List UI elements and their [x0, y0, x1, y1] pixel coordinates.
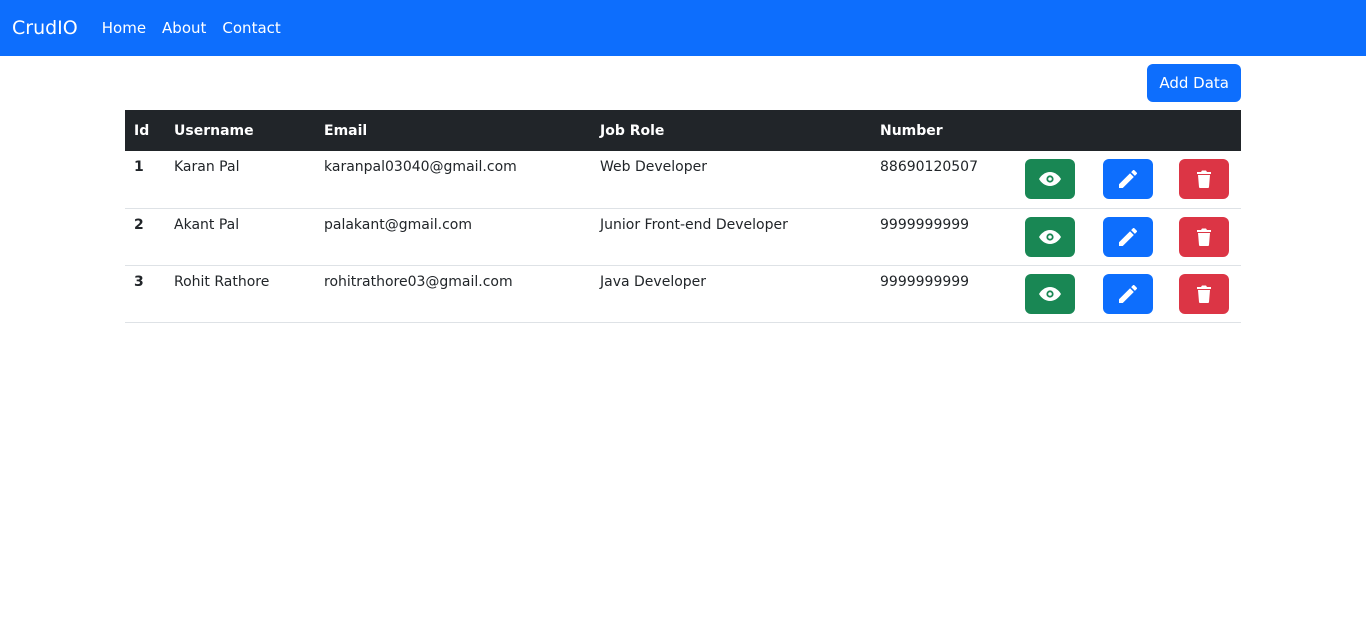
cell-job-role: Java Developer — [600, 273, 707, 290]
eye-icon — [1039, 172, 1061, 186]
header-action-delete — [1167, 110, 1241, 151]
trash-icon — [1197, 228, 1211, 246]
brand-link[interactable]: CrudIO — [12, 17, 78, 39]
cell-view — [1011, 151, 1089, 208]
cell-email: karanpal03040@gmail.com — [324, 159, 517, 175]
header-email: Email — [324, 122, 368, 139]
header-action-edit — [1089, 110, 1167, 151]
cell-number: 88690120507 — [880, 159, 978, 175]
trash-icon — [1197, 285, 1211, 303]
edit-button[interactable] — [1103, 216, 1153, 257]
delete-button[interactable] — [1179, 273, 1229, 314]
view-button[interactable] — [1025, 216, 1075, 257]
pencil-icon — [1119, 170, 1137, 188]
table-row: 1 Karan Pal karanpal03040@gmail.com Web … — [125, 151, 1241, 208]
cell-number: 9999999999 — [880, 273, 970, 290]
pencil-icon — [1119, 227, 1137, 246]
cell-view — [1011, 208, 1089, 265]
header-id: Id — [134, 122, 150, 139]
main-container: Add Data Id Username Email Job Role Numb… — [125, 56, 1241, 323]
view-button[interactable] — [1025, 159, 1075, 199]
users-table: Id Username Email Job Role Number 1 Kara… — [125, 110, 1241, 323]
cell-view — [1011, 265, 1089, 322]
cell-username: Karan Pal — [174, 159, 240, 175]
nav-link-contact[interactable]: Contact — [222, 19, 280, 37]
edit-button[interactable] — [1103, 273, 1153, 314]
delete-button[interactable] — [1179, 216, 1229, 257]
edit-button[interactable] — [1103, 159, 1153, 199]
view-button[interactable] — [1025, 273, 1075, 314]
cell-id: 1 — [134, 159, 144, 175]
toolbar: Add Data — [125, 56, 1241, 110]
cell-id: 3 — [134, 273, 144, 290]
cell-id: 2 — [134, 216, 144, 233]
cell-edit — [1089, 151, 1167, 208]
table-row: 2 Akant Pal palakant@gmail.com Junior Fr… — [125, 208, 1241, 265]
delete-button[interactable] — [1179, 159, 1229, 199]
add-data-button[interactable]: Add Data — [1147, 64, 1241, 102]
table-row: 3 Rohit Rathore rohitrathore03@gmail.com… — [125, 265, 1241, 322]
table-body: 1 Karan Pal karanpal03040@gmail.com Web … — [125, 151, 1241, 322]
nav-link-home[interactable]: Home — [102, 19, 146, 37]
eye-icon — [1039, 229, 1061, 244]
header-number: Number — [880, 122, 943, 139]
cell-edit — [1089, 208, 1167, 265]
header-action-view — [1011, 110, 1089, 151]
pencil-icon — [1119, 284, 1137, 303]
cell-delete — [1167, 265, 1241, 322]
cell-email: rohitrathore03@gmail.com — [324, 273, 513, 290]
nav-link-about[interactable]: About — [162, 19, 206, 37]
cell-job-role: Junior Front-end Developer — [600, 216, 788, 233]
navbar: CrudIO Home About Contact — [0, 0, 1366, 56]
trash-icon — [1197, 170, 1211, 188]
table-header: Id Username Email Job Role Number — [125, 110, 1241, 151]
eye-icon — [1039, 286, 1061, 301]
cell-delete — [1167, 208, 1241, 265]
header-job-role: Job Role — [600, 122, 665, 139]
cell-job-role: Web Developer — [600, 159, 707, 175]
cell-delete — [1167, 151, 1241, 208]
cell-username: Rohit Rathore — [174, 273, 270, 290]
cell-edit — [1089, 265, 1167, 322]
cell-number: 9999999999 — [880, 216, 970, 233]
cell-username: Akant Pal — [174, 216, 240, 233]
cell-email: palakant@gmail.com — [324, 216, 472, 233]
header-username: Username — [174, 122, 254, 139]
